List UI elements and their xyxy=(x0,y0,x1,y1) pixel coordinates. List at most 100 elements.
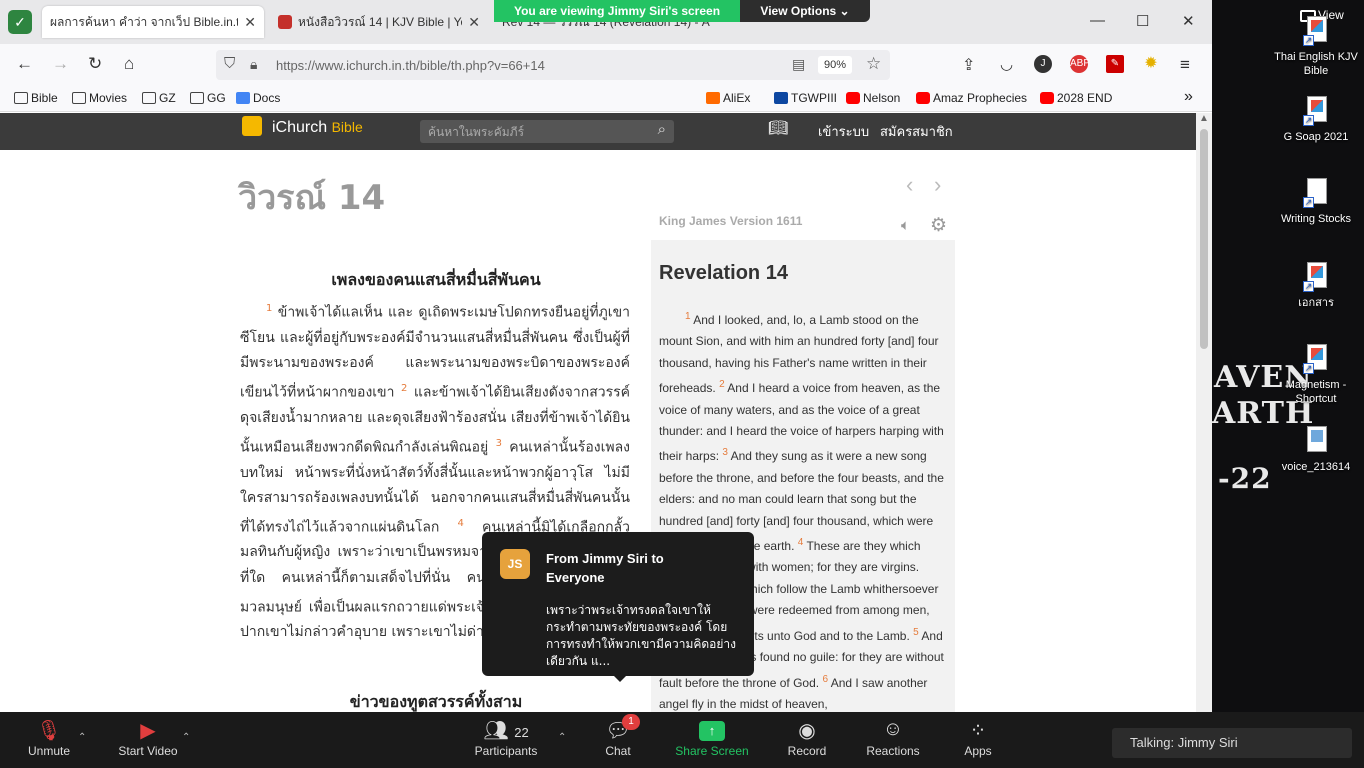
desktop-icon-writing-stocks[interactable]: ↗ Writing Stocks xyxy=(1270,178,1362,226)
scrollbar-thumb[interactable] xyxy=(1200,129,1208,349)
register-link[interactable]: สมัครสมาชิก xyxy=(880,121,953,142)
youtube-icon xyxy=(846,92,860,104)
record-button[interactable]: ◉ Record xyxy=(780,712,834,768)
tgwpiii-icon xyxy=(774,92,788,104)
youtube-icon xyxy=(916,92,930,104)
bible-search[interactable]: ⌕ xyxy=(420,120,674,143)
reactions-button[interactable]: ☺ Reactions xyxy=(858,712,928,768)
bookmarks-bar: Bible Movies GZ GG Docs AliEx TGWPIII Ne… xyxy=(0,84,1212,190)
desktop-icon-documents[interactable]: ↗ เอกสาร xyxy=(1270,262,1362,310)
reader-view-icon[interactable]: ▤ xyxy=(792,56,805,73)
sharing-status: You are viewing Jimmy Siri's screen xyxy=(494,0,740,22)
apps-icon: ⁘ xyxy=(969,720,987,742)
ichurch-logo-icon[interactable] xyxy=(242,116,262,136)
close-icon[interactable]: ✕ xyxy=(244,14,256,31)
thai-section-heading: เพลงของคนแสนสี่หมื่นสี่พันคน xyxy=(331,270,541,289)
chevron-up-icon[interactable]: ⌃ xyxy=(182,732,190,743)
back-icon[interactable]: ← xyxy=(16,54,33,74)
menu-icon[interactable]: ≡ xyxy=(1180,55,1190,75)
desktop-icon-g-soap[interactable]: ↗ G Soap 2021 xyxy=(1270,96,1362,144)
bookmarks-overflow-icon[interactable]: » xyxy=(1184,88,1193,106)
login-link[interactable]: เข้าระบบ xyxy=(818,121,869,142)
shortcut-icon: ↗ xyxy=(1303,344,1329,374)
aliexpress-icon xyxy=(706,92,720,104)
participants-button[interactable]: 👥︎ 22 Participants xyxy=(466,712,546,768)
chevron-right-icon[interactable]: › xyxy=(934,172,941,198)
close-icon[interactable]: ✕ xyxy=(468,14,480,31)
pocket-icon[interactable]: ◡ xyxy=(1000,55,1013,73)
shortcut-icon: ↗ xyxy=(1303,178,1329,208)
shield-icon[interactable]: ✓ xyxy=(8,10,32,34)
chat-sender: From Jimmy Siri to Everyone xyxy=(546,551,664,585)
bookmark-folder-movies[interactable]: Movies xyxy=(72,91,127,105)
bookmark-folder-gz[interactable]: GZ xyxy=(142,91,176,105)
chevron-left-icon[interactable]: ‹ xyxy=(906,172,913,198)
folder-icon xyxy=(190,92,204,104)
thai-section-heading-2: ข่าวของทูตสวรรค์ทั้งสาม xyxy=(349,692,523,711)
book-icon[interactable]: 📖︎ xyxy=(768,118,788,138)
chevron-up-icon[interactable]: ▲ xyxy=(1199,113,1209,124)
minimize-icon[interactable]: — xyxy=(1090,12,1105,29)
folder-icon xyxy=(14,92,28,104)
bookmark-docs[interactable]: Docs xyxy=(236,91,280,105)
bookmark-tgwpiii[interactable]: TGWPIII xyxy=(774,91,837,105)
reactions-icon: ☺ xyxy=(882,718,904,740)
video-off-icon: ▶︎ xyxy=(140,720,156,742)
shortcut-icon: ↗ xyxy=(1303,262,1329,292)
bookmark-aliex[interactable]: AliEx xyxy=(706,91,750,105)
avatar: JS xyxy=(500,549,530,579)
reload-icon[interactable]: ↻ xyxy=(88,54,102,74)
speaker-icon[interactable]: 🔈︎ xyxy=(901,217,910,234)
audio-file-icon xyxy=(1303,426,1329,456)
bookmark-2028-end[interactable]: 2028 END xyxy=(1040,91,1112,105)
close-window-icon[interactable]: ✕ xyxy=(1182,12,1195,30)
microphone-muted-icon: 🎙︎ xyxy=(36,720,62,742)
record-icon: ◉ xyxy=(798,720,816,742)
chat-unread-badge: 1 xyxy=(622,714,640,730)
view-options-button[interactable]: View Options ⌄ xyxy=(740,0,870,22)
gear-icon[interactable]: ⚙︎ xyxy=(930,214,947,237)
unmute-button[interactable]: 🎙︎ Unmute xyxy=(18,712,80,768)
kjv-chapter-heading: Revelation 14 xyxy=(659,262,788,284)
url-text[interactable]: https://www.ichurch.in.th/bible/th.php?v… xyxy=(276,58,545,73)
site-logo[interactable]: iChurch Bible xyxy=(272,119,363,137)
page-scrollbar[interactable]: ▲ xyxy=(1196,113,1212,712)
adblock-icon[interactable]: ABP xyxy=(1070,55,1090,73)
chevron-up-icon[interactable]: ⌃ xyxy=(558,732,566,743)
bookmark-folder-bible[interactable]: Bible xyxy=(14,91,58,105)
url-bar[interactable]: ⛉ 🔒︎ https://www.ichurch.in.th/bible/th.… xyxy=(216,50,890,80)
bookmark-amaz-prophecies[interactable]: Amaz Prophecies xyxy=(916,91,1027,105)
account-icon[interactable]: J xyxy=(1034,55,1052,73)
bookmark-folder-gg[interactable]: GG xyxy=(190,91,226,105)
desktop-icon-voice-file[interactable]: voice_213614 xyxy=(1270,426,1362,474)
wallpaper-text: -22 xyxy=(1218,462,1272,495)
search-icon[interactable]: ⌕ xyxy=(658,121,666,138)
home-icon[interactable]: ⌂ xyxy=(124,54,134,74)
bible-search-input[interactable] xyxy=(428,123,648,140)
extensions-icon[interactable]: ⇪ xyxy=(962,55,975,75)
apps-button[interactable]: ⁘ Apps xyxy=(952,712,1004,768)
chevron-up-icon[interactable]: ⌃ xyxy=(78,732,86,743)
bookmark-nelson[interactable]: Nelson xyxy=(846,91,900,105)
tracking-shield-icon[interactable]: ⛉ xyxy=(224,55,235,72)
screen-share-banner: You are viewing Jimmy Siri's screen View… xyxy=(494,0,870,22)
tab-youtube[interactable]: หนังสือวิวรณ์ 14 | KJV Bible | YouT ✕ xyxy=(270,6,488,38)
pdf-icon[interactable]: ✎ xyxy=(1106,55,1124,73)
forward-icon[interactable]: → xyxy=(52,54,69,74)
folder-icon xyxy=(142,92,156,104)
participants-icon: 👥︎ 22 xyxy=(483,720,529,742)
maximize-icon[interactable]: ☐ xyxy=(1136,12,1149,30)
chat-notification[interactable]: JS From Jimmy Siri to Everyone เพราะว่าพ… xyxy=(482,532,754,676)
tab-search-results[interactable]: ผลการค้นหา คำว่า จากเว็ป Bible.in.th ✕ xyxy=(42,6,264,38)
desktop-icon-kjv-bible[interactable]: ↗ Thai English KJV Bible xyxy=(1270,16,1362,78)
share-screen-button[interactable]: ↑ Share Screen xyxy=(668,712,756,768)
shortcut-icon: ↗ xyxy=(1303,16,1329,46)
chat-popup-tail xyxy=(612,674,628,682)
start-video-button[interactable]: ▶︎ Start Video xyxy=(108,712,188,768)
sun-icon[interactable]: ✹ xyxy=(1142,55,1160,73)
bookmark-star-icon[interactable]: ☆ xyxy=(866,54,881,74)
docs-icon xyxy=(236,92,250,104)
desktop-icon-magnetism[interactable]: ↗ Magnetism - Shortcut xyxy=(1270,344,1362,406)
zoom-level[interactable]: 90% xyxy=(818,56,852,74)
lock-icon[interactable]: 🔒︎ xyxy=(250,56,257,73)
